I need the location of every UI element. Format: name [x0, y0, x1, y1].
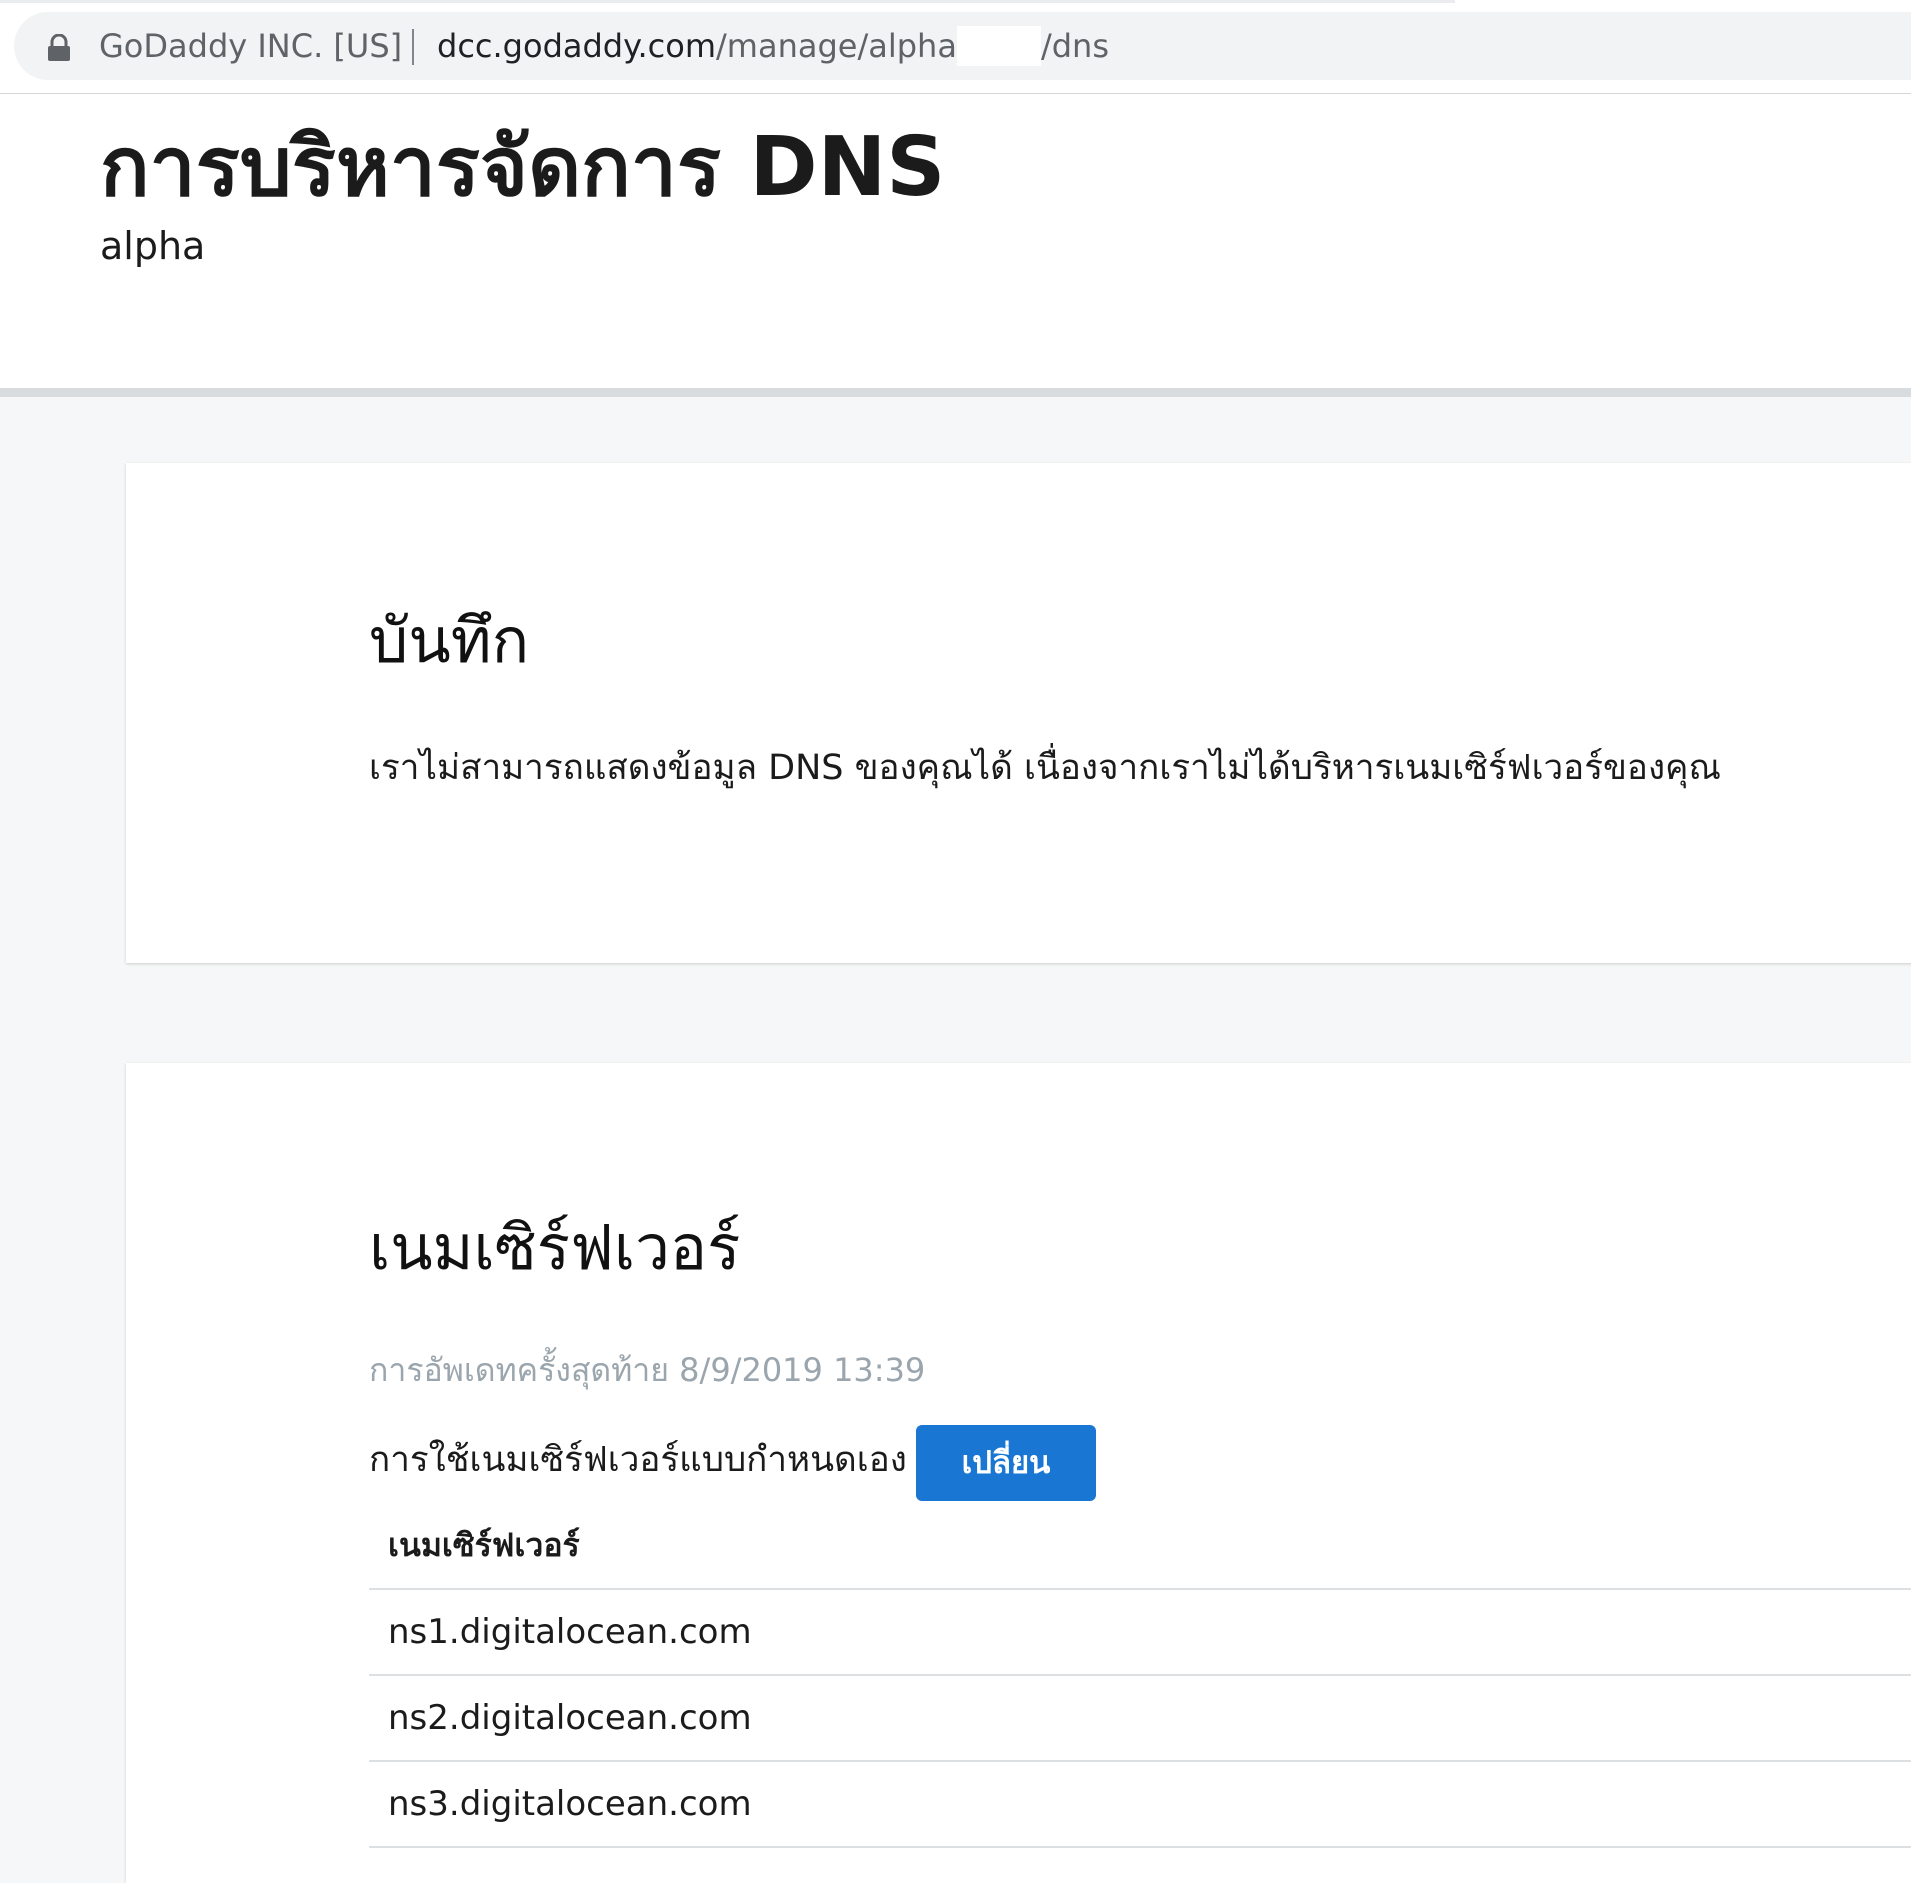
site-owner-label: GoDaddy INC. [US]	[99, 27, 403, 65]
nameserver-value: ns3.digitalocean.com	[388, 1784, 752, 1824]
page-title: การบริหารจัดการ DNS	[100, 120, 946, 215]
column-header-nameserver: เนมเซิร์ฟเวอร์	[388, 1526, 580, 1564]
omnibox-divider	[412, 29, 414, 65]
domain-subtitle: alpha	[100, 224, 206, 268]
url-path-prefix: /manage/alpha	[716, 27, 957, 65]
url-text[interactable]: dcc.godaddy.com/manage/alpha/dns	[437, 26, 1109, 66]
table-row: ns1.digitalocean.com	[369, 1590, 1911, 1676]
tab-strip-edge	[0, 0, 1455, 3]
browser-address-bar: GoDaddy INC. [US] dcc.godaddy.com/manage…	[0, 0, 1911, 94]
nameserver-value: ns2.digitalocean.com	[388, 1698, 752, 1738]
note-card: บันทึก เราไม่สามารถแสดงข้อมูล DNS ของคุณ…	[126, 463, 1911, 963]
change-nameservers-button[interactable]: เปลี่ยน	[916, 1425, 1096, 1501]
header-divider	[0, 388, 1911, 397]
nameserver-heading: เนมเซิร์ฟเวอร์	[369, 1211, 741, 1284]
table-row: ns3.digitalocean.com	[369, 1762, 1911, 1848]
table-row: ns2.digitalocean.com	[369, 1676, 1911, 1762]
url-path-suffix: /dns	[1040, 27, 1109, 65]
lock-icon[interactable]	[46, 34, 72, 62]
url-omnibox[interactable]: GoDaddy INC. [US] dcc.godaddy.com/manage…	[14, 12, 1911, 80]
nameserver-value: ns1.digitalocean.com	[388, 1612, 752, 1652]
note-heading: บันทึก	[369, 604, 530, 677]
page-header: การบริหารจัดการ DNS alpha	[0, 94, 1911, 388]
last-updated-text: การอัพเดทครั้งสุดท้าย 8/9/2019 13:39	[369, 1351, 926, 1389]
nameserver-table: เนมเซิร์ฟเวอร์ ns1.digitalocean.com ns2.…	[369, 1503, 1911, 1848]
table-header: เนมเซิร์ฟเวอร์	[369, 1503, 1911, 1590]
note-message: เราไม่สามารถแสดงข้อมูล DNS ของคุณได้ เนื…	[369, 748, 1721, 788]
custom-nameserver-label: การใช้เนมเซิร์ฟเวอร์แบบกำหนดเอง	[369, 1440, 907, 1480]
url-redaction	[956, 26, 1041, 66]
nameserver-card: เนมเซิร์ฟเวอร์ การอัพเดทครั้งสุดท้าย 8/9…	[126, 1063, 1911, 1883]
url-host: dcc.godaddy.com	[437, 27, 716, 65]
